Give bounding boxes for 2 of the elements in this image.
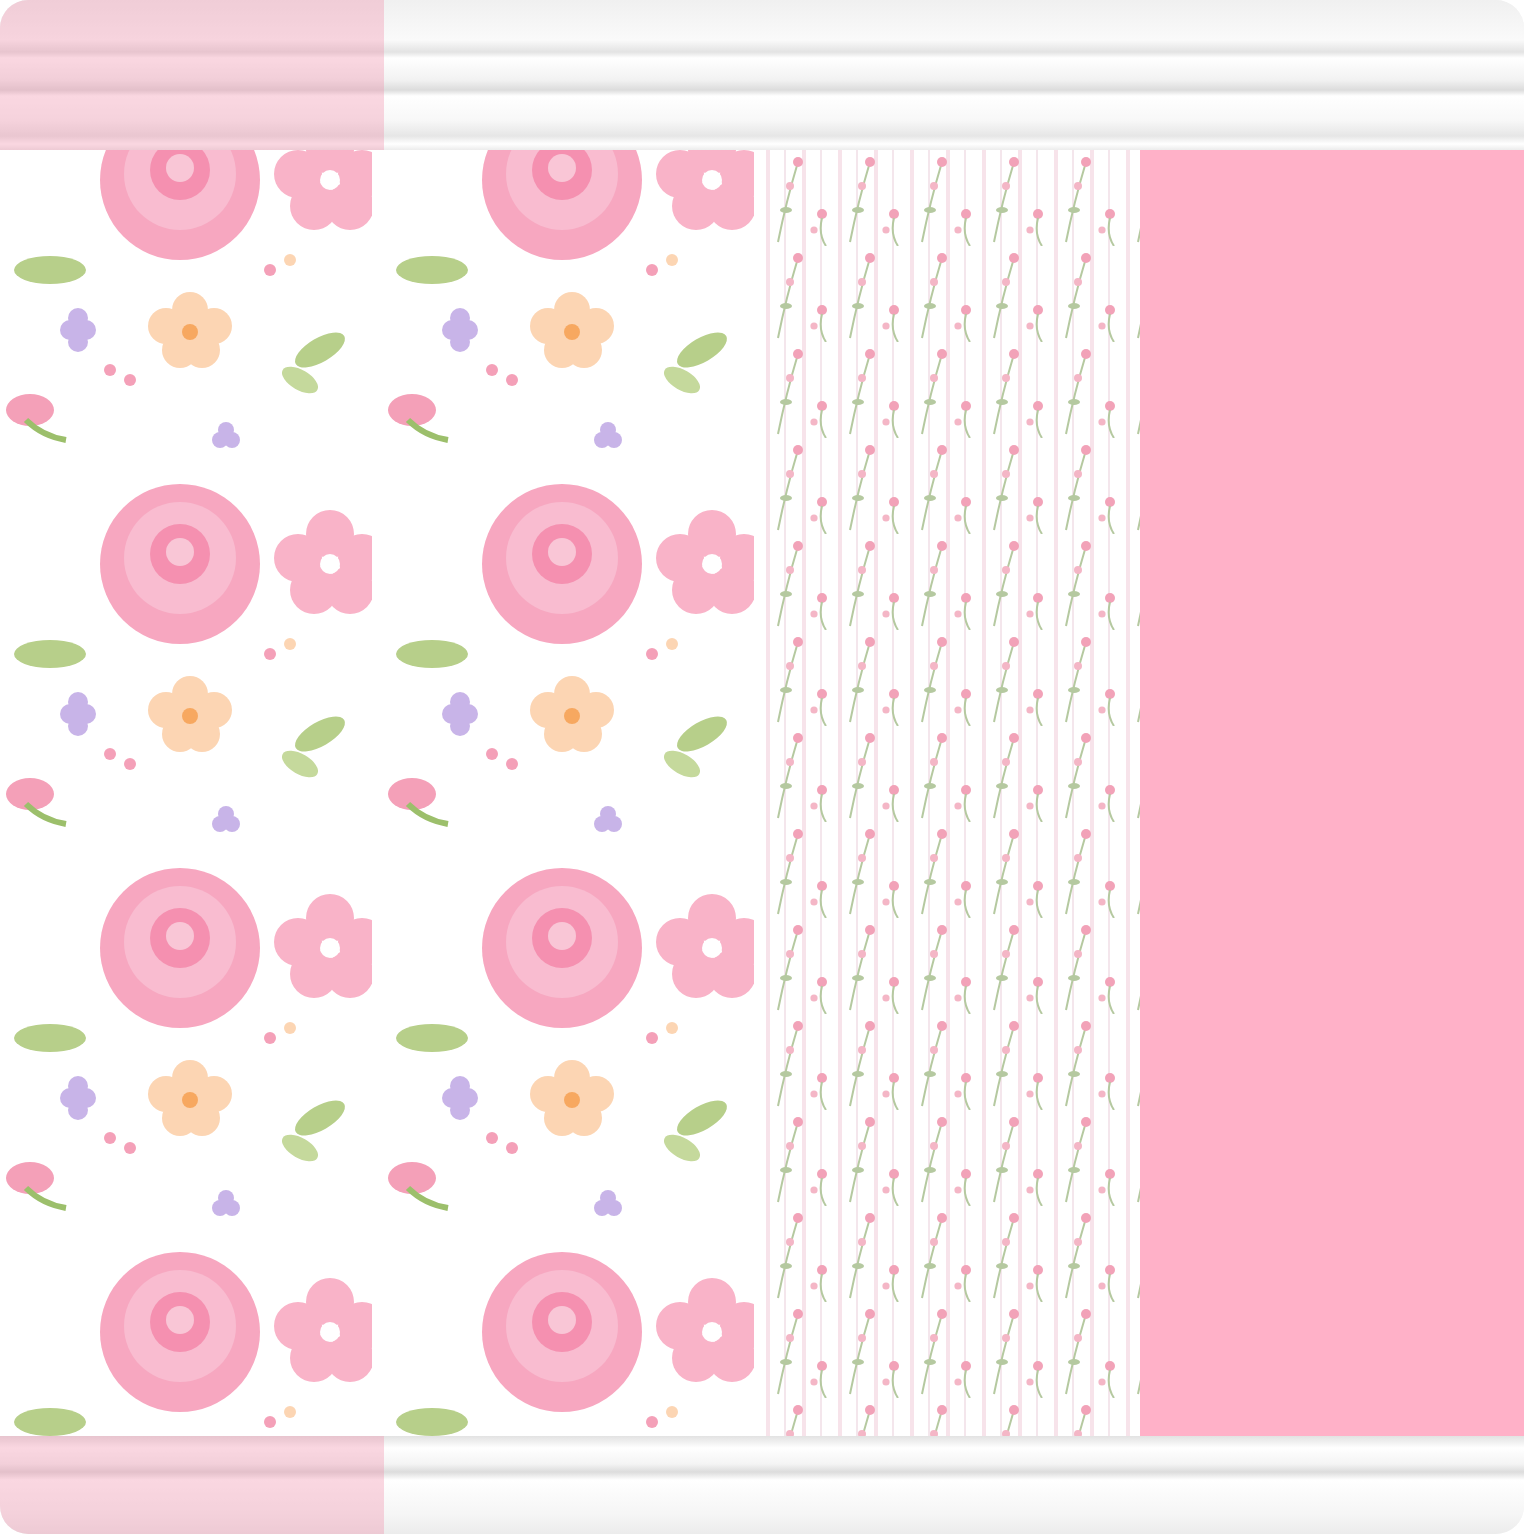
- floral-stripe-wallpaper-swatch[interactable]: [766, 150, 1140, 1436]
- solid-wallpaper-swatch[interactable]: [1140, 150, 1524, 1436]
